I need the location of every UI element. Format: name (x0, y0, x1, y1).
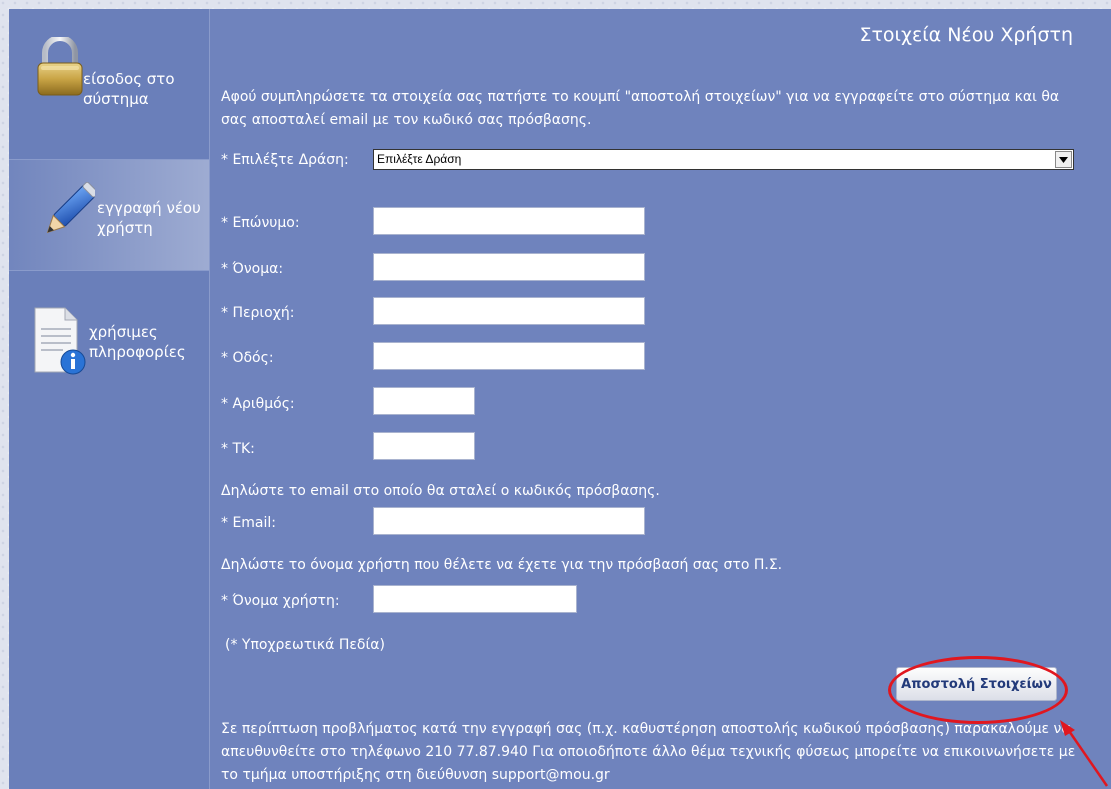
action-select-value: Επιλέξτε Δράση (377, 152, 462, 166)
sidebar-item-info[interactable]: χρήσιμες πληροφορίες (9, 304, 209, 394)
sidebar-item-label: χρήσιμες πληροφορίες (89, 323, 186, 361)
email-field[interactable] (373, 507, 645, 535)
page-title: Στοιχεία Νέου Χρήστη (859, 24, 1073, 46)
pencil-icon (46, 182, 95, 234)
action-label: * Επιλέξτε Δράση: (221, 152, 349, 168)
sidebar-item-login[interactable]: είσοδος στο σύστημα (9, 29, 209, 149)
street-field[interactable] (373, 342, 645, 370)
sidebar-item-register[interactable]: εγγραφή νέου χρήστη (9, 159, 209, 271)
highlight-ellipse (888, 656, 1068, 724)
number-field[interactable] (373, 387, 475, 415)
sidebar-item-label: εγγραφή νέου χρήστη (97, 199, 201, 237)
email-note: Δηλώστε το email στο οποίο θα σταλεί ο κ… (221, 483, 660, 499)
chevron-down-icon[interactable] (1055, 151, 1072, 168)
email-label: * Email: (221, 515, 277, 531)
region-field[interactable] (373, 297, 645, 325)
zip-field[interactable] (373, 432, 475, 460)
number-label: * Αριθμός: (221, 396, 295, 412)
action-select[interactable]: Επιλέξτε Δράση (373, 149, 1074, 170)
info-document-icon (34, 307, 86, 375)
username-field[interactable] (373, 585, 577, 613)
street-label: * Οδός: (221, 350, 274, 366)
support-text: Σε περίπτωση προβλήματος κατά την εγγραφ… (221, 721, 1076, 783)
sidebar-item-label: είσοδος στο σύστημα (83, 70, 175, 108)
username-label: * Όνομα χρήστη: (221, 593, 340, 609)
arrow-annotation-icon (1060, 720, 1109, 787)
padlock-icon (37, 37, 83, 96)
zip-label: * ΤΚ: (221, 441, 255, 457)
page-frame: είσοδος στο σύστημα εγγραφή νέου χρήστη (9, 9, 1111, 789)
surname-label: * Επώνυμο: (221, 215, 300, 231)
name-field[interactable] (373, 253, 645, 281)
name-label: * Όνομα: (221, 261, 284, 277)
sidebar: είσοδος στο σύστημα εγγραφή νέου χρήστη (9, 9, 210, 789)
required-note: (* Υποχρεωτικά Πεδία) (225, 637, 385, 653)
username-note: Δηλώστε το όνομα χρήστη που θέλετε να έχ… (221, 557, 783, 573)
surname-field[interactable] (373, 207, 645, 235)
region-label: * Περιοχή: (221, 305, 295, 321)
registration-form: Στοιχεία Νέου Χρήστη Αφού συμπληρώσετε τ… (210, 9, 1111, 789)
intro-text: Αφού συμπληρώσετε τα στοιχεία σας πατήστ… (221, 89, 1060, 128)
